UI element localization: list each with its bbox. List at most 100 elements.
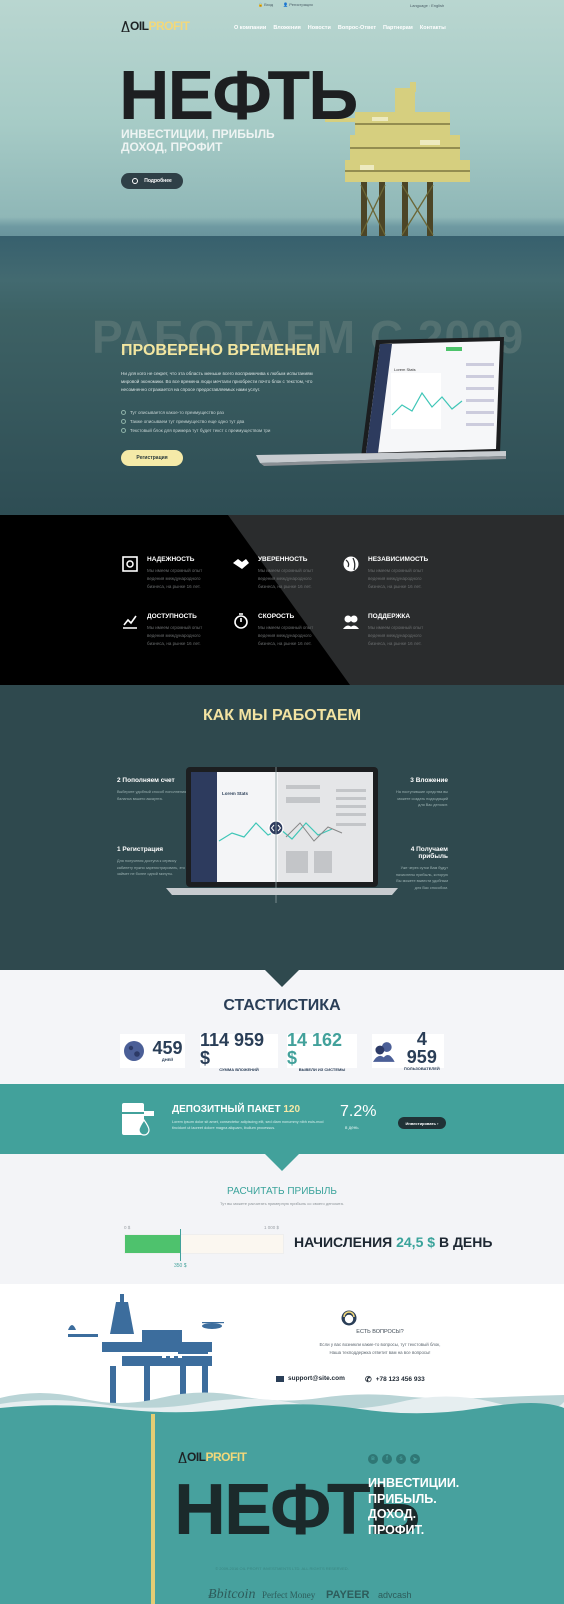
telegram-icon[interactable]: ➤ (410, 1454, 420, 1464)
oil-derrick-logo-icon (178, 1451, 187, 1463)
calc-max-label: 1 000 $ (264, 1225, 280, 1230)
proven-section: РАБОТАЕМ С 2009 ПРОВЕРЕНО ВРЕМЕНЕМ Ни дл… (0, 310, 564, 515)
amount-slider-track[interactable] (124, 1234, 284, 1254)
daily-accrual: НАЧИСЛЕНИЯ 24,5 $ В ДЕНЬ (294, 1234, 493, 1250)
circle-arrow-icon (132, 178, 139, 184)
nav-faq[interactable]: Вопрос-Ответ (338, 25, 376, 31)
login-link[interactable]: 🔒 Вход (258, 2, 273, 7)
feature-text: Мы имеем огромный опыт ведения междунаро… (368, 625, 424, 646)
bullet-icon (121, 428, 126, 433)
logo-profit: PROFIT (205, 1450, 248, 1464)
stat-label: ВЫВЕЛИ ИЗ СИСТЕМЫ (298, 1066, 346, 1072)
contact-text: Если у вас возникли какие-то вопросы, ту… (319, 1342, 441, 1355)
skype-icon[interactable]: s (396, 1454, 406, 1464)
list-item: Текстовый блок для примера тут будет тек… (121, 426, 270, 435)
laptop-dashboard-image: Lorem Stats (256, 337, 506, 466)
nav-contacts[interactable]: Контакты (420, 25, 446, 31)
waves-divider (0, 1392, 564, 1414)
deposit-percent: 7.2% (340, 1103, 377, 1120)
feature-title: НЕЗАВИСИМОСТЬ (368, 556, 429, 563)
language-select[interactable]: Language : English (410, 3, 444, 8)
how-title: КАК МЫ РАБОТАЕМ (202, 707, 362, 724)
stats-title: СТАСТИСТИКА (223, 997, 341, 1014)
logo[interactable]: OIL PROFIT (121, 19, 190, 33)
nav-about[interactable]: О компании (234, 25, 266, 31)
amount-slider-fill (125, 1235, 181, 1253)
list-item: Тут описывается какое-то преимущество ра… (121, 408, 270, 417)
top-auth-bar: 🔒 Вход 👤 Регистрация (258, 2, 313, 7)
payeer-logo: PAYEER (326, 1589, 370, 1601)
dashboard-title: Lorem Stats (394, 367, 416, 372)
feature-text: Мы имеем огромный опыт ведения междунаро… (147, 625, 203, 646)
facebook-icon[interactable]: f (382, 1454, 392, 1464)
deposit-number: 120 (283, 1104, 301, 1115)
stat-total-invested: 114 959 $ СУММА ВЛОЖЕНИЙ (200, 1029, 278, 1072)
deposit-per-day: в день (345, 1125, 359, 1130)
feature-reliability: НАДЕЖНОСТЬ Мы имеем огромный опыт ведения… (121, 555, 231, 591)
support-avatar-icon (341, 1310, 357, 1326)
more-button[interactable]: Подробнее (121, 173, 183, 189)
register-link[interactable]: 👤 Регистрация (283, 2, 312, 7)
invest-button[interactable]: Инвестировать › (398, 1117, 446, 1129)
stat-label: ПОЛЬЗОВАТЕЛЕЙ (403, 1066, 440, 1071)
features-section: НАДЕЖНОСТЬ Мы имеем огромный опыт ведения… (0, 515, 564, 685)
more-button-label: Подробнее (144, 178, 172, 184)
daily-amount: 24,5 $ (396, 1234, 436, 1250)
hero-title: НЕФТЬ (119, 56, 358, 134)
arrow-right-icon: › (437, 1120, 439, 1126)
nav-news[interactable]: Новости (308, 25, 331, 31)
logo-oil: OIL (187, 1450, 206, 1464)
laptop-comparison-image: Lorem Stats (166, 767, 398, 903)
feature-title: УВЕРЕННОСТЬ (258, 556, 308, 563)
stat-value: 114 959 $ (200, 1029, 265, 1068)
main-nav: О компании Вложения Новости Вопрос-Ответ… (234, 25, 446, 31)
logo-oil: OIL (130, 19, 149, 33)
footer-logo[interactable]: OIL PROFIT (178, 1450, 247, 1464)
feature-text: Мы имеем огромный опыт ведения междунаро… (258, 625, 314, 646)
contact-question: ЕСТЬ ВОПРОСЫ? (356, 1329, 404, 1335)
stat-days: 459 ДНЕЙ (120, 1034, 185, 1068)
pipe-line (151, 1414, 155, 1604)
step-text: На поступившие средства вы можете создат… (396, 790, 448, 807)
feature-title: ПОДДЕРЖКА (368, 613, 411, 620)
users-icon (372, 1042, 395, 1062)
stat-label: ДНЕЙ (161, 1057, 174, 1062)
list-item: Также описываем тут преимущество еще одн… (121, 417, 270, 426)
register-button[interactable]: Регистрация (121, 450, 183, 466)
stat-label: СУММА ВЛОЖЕНИЙ (219, 1066, 259, 1072)
how-we-work-section: КАК МЫ РАБОТАЕМ 2 Пополняем счет Выберите… (0, 685, 564, 970)
step-text: Уже через сутки Вам будут начислены приб… (395, 866, 448, 890)
profit-calculator-section: РАСЧИТАТЬ ПРИБЫЛЬ Тут вы можете расчитат… (0, 1154, 564, 1284)
vk-icon[interactable]: в (368, 1454, 378, 1464)
feature-speed: СКОРОСТЬ Мы имеем огромный опыт ведения м… (232, 612, 342, 648)
calc-current-value: 350 $ (174, 1263, 187, 1269)
feature-confidence: УВЕРЕННОСТЬ Мы имеем огромный опыт ведени… (232, 555, 342, 591)
calc-subtitle: Тут вы можете расчитать примерную прибыл… (220, 1201, 344, 1206)
globe-icon (343, 556, 359, 572)
feature-text: Мы имеем огромный опыт ведения междунаро… (258, 568, 314, 589)
step-3: 3 Вложение На поступившие средства вы мож… (390, 777, 448, 809)
feature-independence: НЕЗАВИСИМОСТЬ Мы имеем огромный опыт веде… (342, 555, 452, 591)
handshake-icon (233, 559, 249, 569)
logo-profit: PROFIT (148, 19, 191, 33)
safe-icon (122, 556, 138, 572)
step-4: 4 Получаем прибыль Уже через сутки Вам бу… (390, 846, 448, 891)
advantages-list: Тут описывается какое-то преимущество ра… (121, 408, 270, 435)
deposit-title: ДЕПОЗИТНЫЙ ПАКЕТ 120 (172, 1104, 301, 1115)
feature-support: ПОДДЕРЖКА Мы имеем огромный опыт ведения … (342, 612, 452, 648)
feature-title: НАДЕЖНОСТЬ (147, 556, 195, 563)
nav-partners[interactable]: Партнерам (383, 25, 413, 31)
bullet-icon (121, 419, 126, 424)
amount-slider-handle[interactable] (180, 1229, 181, 1261)
calc-min-label: 0 $ (124, 1225, 131, 1230)
stat-value: 459 (152, 1038, 183, 1058)
step-title: 3 Вложение (410, 777, 448, 784)
stat-value: 4 959 (406, 1029, 437, 1067)
contact-section: ЕСТЬ ВОПРОСЫ? Если у вас возникли какие-… (0, 1284, 564, 1414)
advcash-logo: advcash (378, 1590, 412, 1600)
feature-title: СКОРОСТЬ (258, 613, 295, 620)
nav-investments[interactable]: Вложения (273, 25, 300, 31)
support-icon (343, 615, 359, 629)
deposit-section: ДЕПОЗИТНЫЙ ПАКЕТ 120 Lorem ipsum dolor s… (0, 1084, 564, 1154)
calc-title: РАСЧИТАТЬ ПРИБЫЛЬ (227, 1186, 337, 1197)
